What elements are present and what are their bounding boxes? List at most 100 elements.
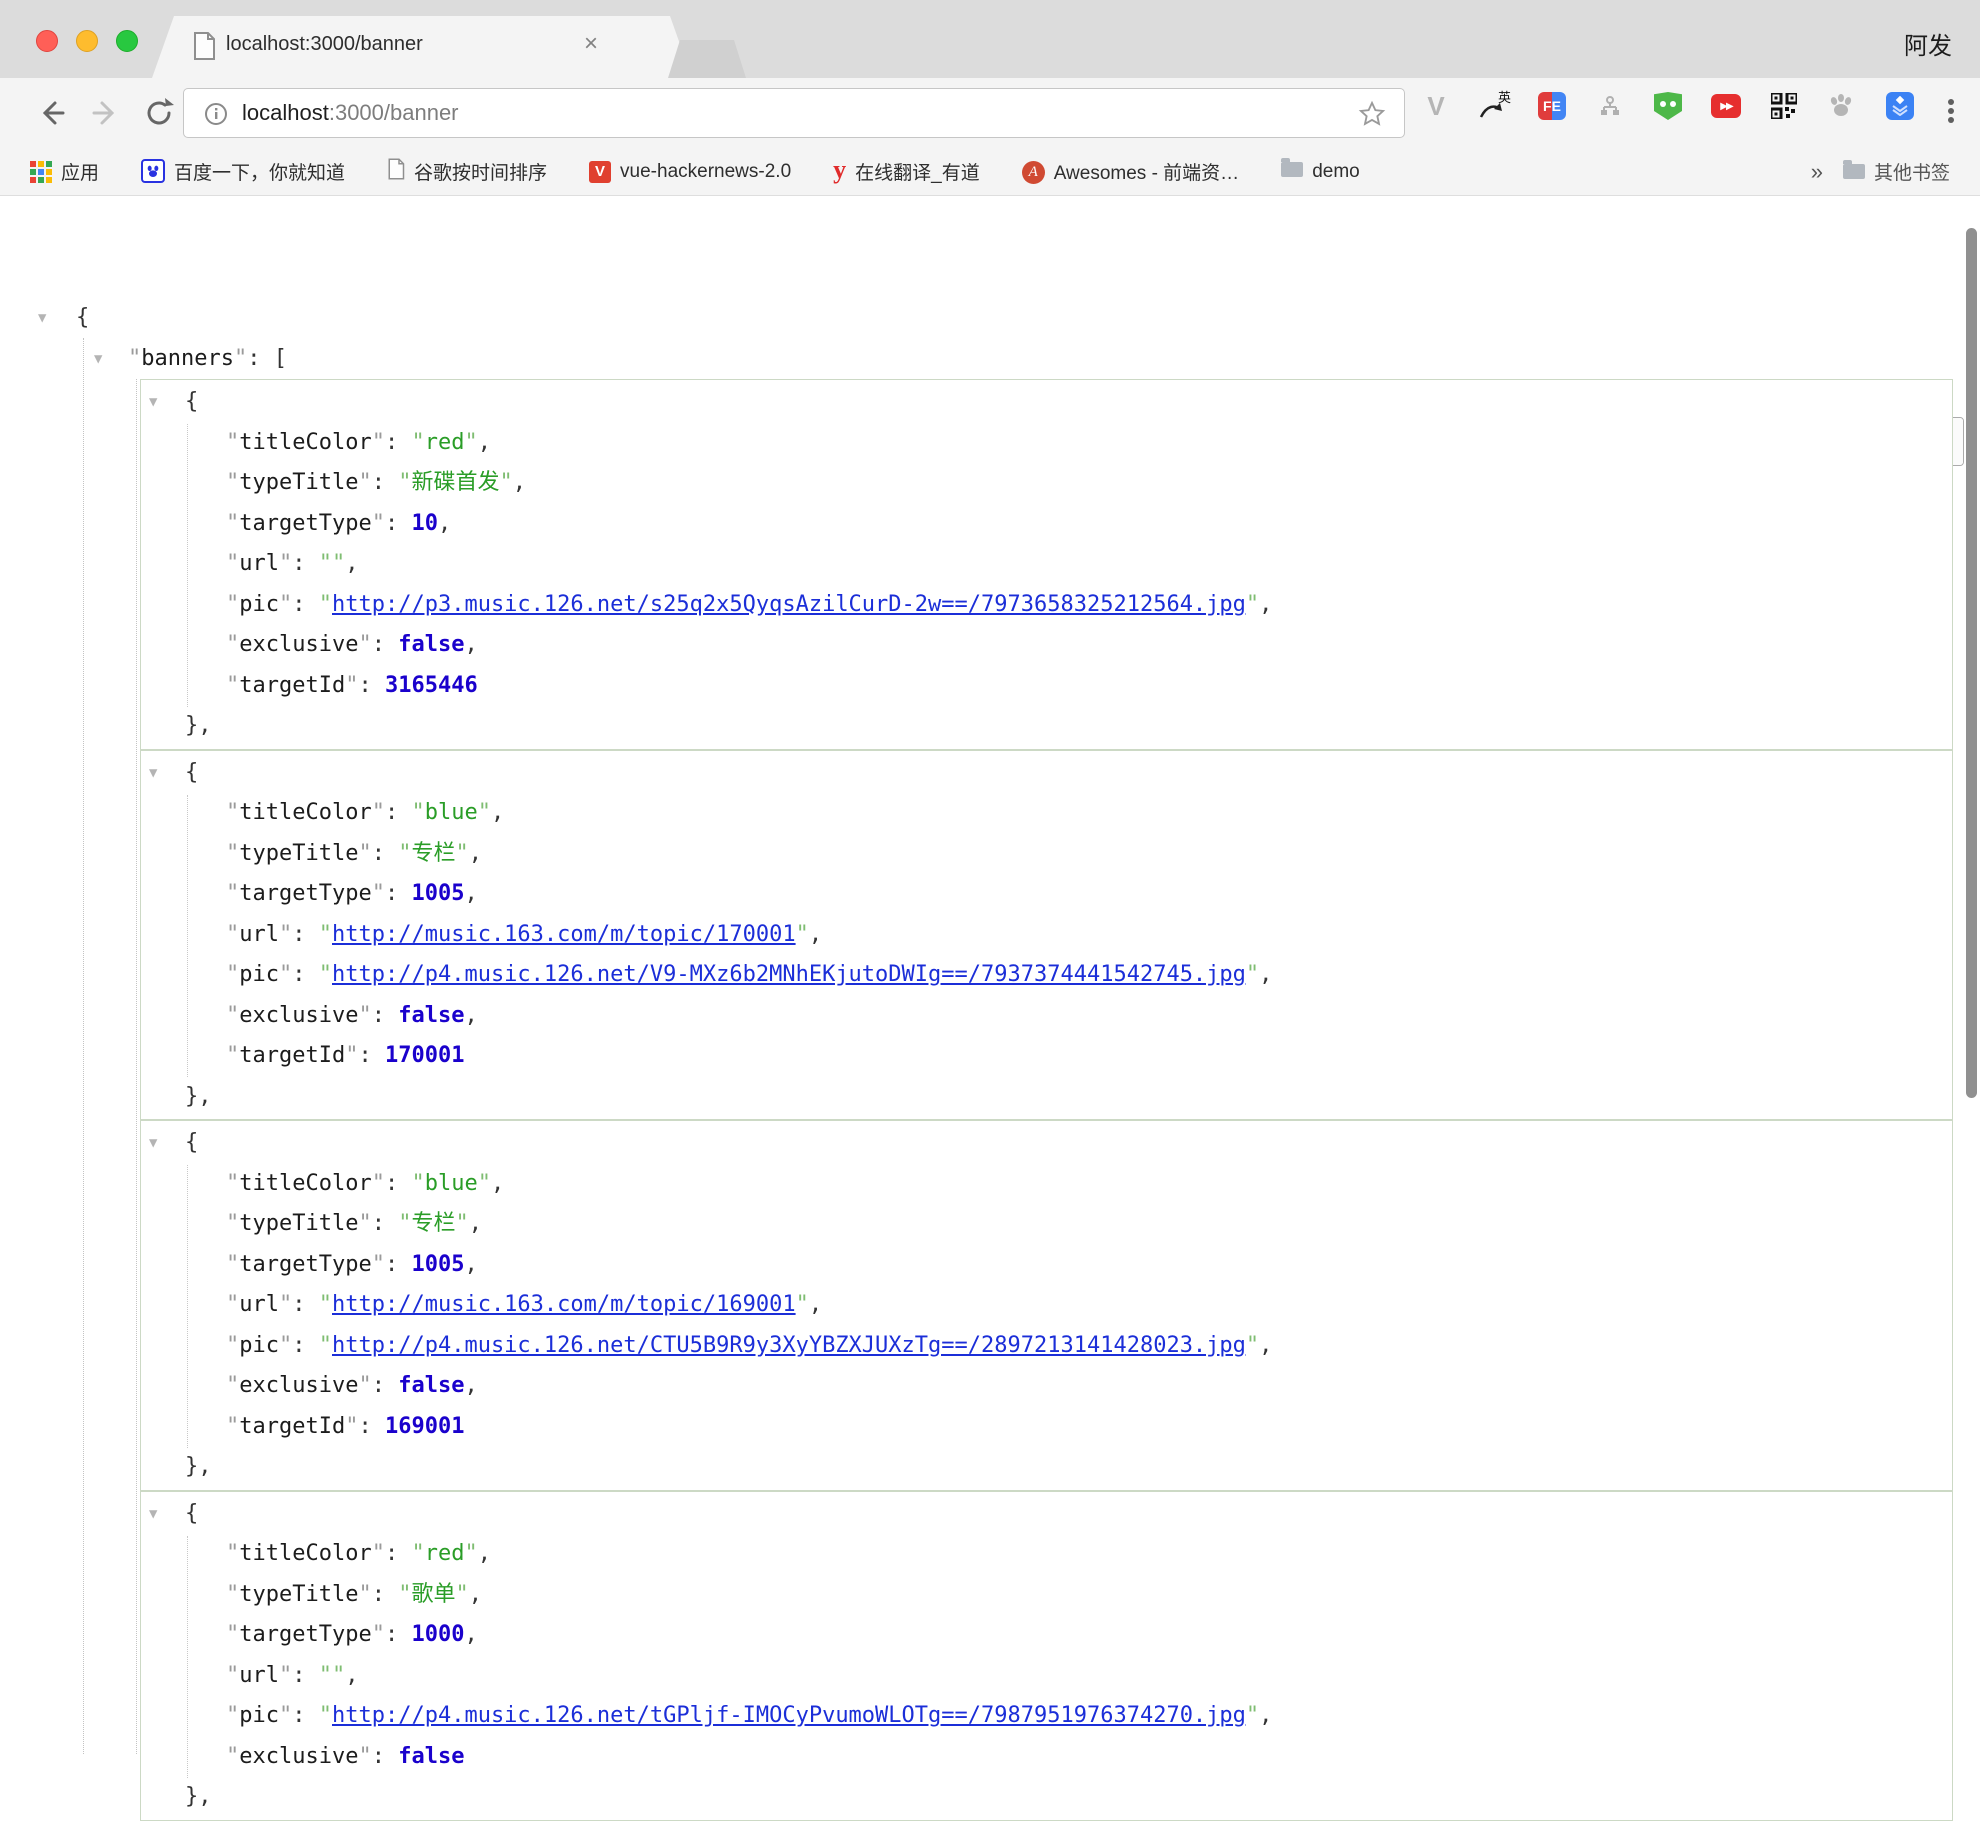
json-token: : (358, 673, 385, 698)
json-token: targetType (239, 881, 371, 906)
collapse-triangle-icon[interactable]: ▼ (149, 1123, 157, 1164)
tampermonkey-icon[interactable] (1652, 90, 1684, 122)
collapse-triangle-icon[interactable]: ▼ (38, 298, 46, 339)
json-token: " (372, 881, 385, 906)
json-line: "url": "", (141, 544, 1952, 585)
json-token: " (319, 1292, 332, 1317)
reload-button-icon[interactable] (142, 96, 176, 135)
json-link-url[interactable]: http://music.163.com/m/topic/170001 (332, 922, 796, 947)
json-token: { (185, 1501, 198, 1526)
json-token: " (398, 470, 411, 495)
json-line: "titleColor": "red", (141, 1534, 1952, 1575)
json-token: , (469, 1582, 482, 1607)
json-token: 1005 (411, 881, 464, 906)
bookmarks-overflow-icon[interactable]: » (1811, 159, 1823, 185)
json-token: false (398, 1744, 464, 1769)
profile-name[interactable]: 阿发 (1904, 26, 1952, 61)
json-token: : (372, 1373, 399, 1398)
json-link-url[interactable]: http://p3.music.126.net/s25q2x5QyqsAzilC… (332, 592, 1246, 617)
tab-close-icon[interactable]: × (584, 30, 598, 58)
bookmark-item[interactable]: 应用 (30, 158, 99, 185)
json-token: , (464, 881, 477, 906)
json-line: "targetId": 169001 (141, 1407, 1952, 1448)
scrollbar-thumb[interactable] (1966, 228, 1977, 1098)
bookmark-label: demo (1312, 161, 1360, 183)
json-link-url[interactable]: http://p4.music.126.net/V9-MXz6b2MNhEKju… (332, 962, 1246, 987)
bookmark-item[interactable]: 谷歌按时间排序 (387, 158, 547, 186)
json-line: }, (141, 1077, 1952, 1118)
fe-helper-icon[interactable]: FE (1536, 90, 1568, 122)
blue-chevron-icon[interactable] (1884, 90, 1916, 122)
json-token: exclusive (239, 1373, 358, 1398)
json-token: " (226, 1252, 239, 1277)
minimize-window-button[interactable] (76, 30, 98, 52)
json-token: : (372, 1582, 399, 1607)
json-token: : (372, 1211, 399, 1236)
browser-tab[interactable]: localhost:3000/banner × (152, 16, 692, 78)
translate-icon[interactable]: 英 (1478, 90, 1510, 122)
bookmark-item[interactable]: Vvue-hackernews-2.0 (589, 160, 791, 183)
json-token: " (372, 430, 385, 455)
bookmark-item[interactable]: 百度一下，你就知道 (141, 158, 345, 185)
json-token: pic (239, 1703, 279, 1728)
vue-v-icon: V (589, 160, 611, 183)
bookmark-item[interactable]: AAwesomes - 前端资… (1022, 158, 1239, 185)
json-token: " (226, 1663, 239, 1688)
bookmark-item[interactable]: demo (1281, 161, 1360, 183)
address-bar[interactable]: localhost:3000/banner (183, 88, 1405, 138)
other-bookmarks-folder[interactable]: 其他书签 (1843, 158, 1950, 185)
json-token: url (239, 922, 279, 947)
collapse-triangle-icon[interactable]: ▼ (94, 339, 102, 380)
json-link-url[interactable]: http://p4.music.126.net/CTU5B9R9y3XyYBZX… (332, 1333, 1246, 1358)
json-token: targetType (239, 1252, 371, 1277)
bookmark-item[interactable]: y在线翻译_有道 (833, 158, 980, 185)
baidu-paw-icon (141, 159, 165, 185)
json-token: " (226, 592, 239, 617)
vue-devtools-icon[interactable]: V (1420, 90, 1452, 122)
banner-object-box: ▼{"titleColor": "blue","typeTitle": "专栏"… (140, 750, 1953, 1121)
media-play-icon[interactable]: ▶▶ (1710, 90, 1742, 122)
json-token: " (319, 592, 332, 617)
json-token: " (1246, 1333, 1259, 1358)
bookmark-items: 应用 百度一下，你就知道 谷歌按时间排序 Vvue-hackernews-2.0 y在线… (30, 158, 1360, 186)
json-token: exclusive (239, 632, 358, 657)
json-link-url[interactable]: http://p4.music.126.net/tGPljf-IMOCyPvum… (332, 1703, 1246, 1728)
json-token: : (372, 632, 399, 657)
collapse-triangle-icon[interactable]: ▼ (149, 382, 157, 423)
json-token: " (319, 922, 332, 947)
json-token: : (358, 1414, 385, 1439)
qrcode-icon[interactable] (1768, 90, 1800, 122)
back-button-icon[interactable] (33, 96, 67, 135)
forward-button-icon[interactable] (90, 96, 124, 135)
json-token: }, (185, 1784, 212, 1809)
collapse-triangle-icon[interactable]: ▼ (149, 1494, 157, 1535)
banner-object-box: ▼{"titleColor": "red","typeTitle": "新碟首发… (140, 379, 1953, 750)
json-token: " (358, 1211, 371, 1236)
page-icon (387, 158, 405, 186)
json-token: " (226, 1171, 239, 1196)
json-token: " (226, 1043, 239, 1068)
json-line: "targetType": 1000, (141, 1615, 1952, 1656)
zoom-window-button[interactable] (116, 30, 138, 52)
json-token: : (292, 1703, 319, 1728)
json-token: exclusive (239, 1003, 358, 1028)
paw-icon[interactable] (1826, 90, 1858, 122)
json-token: blue (425, 800, 478, 825)
json-token: " (226, 841, 239, 866)
url-text[interactable]: localhost:3000/banner (242, 100, 459, 126)
close-window-button[interactable] (36, 30, 58, 52)
bookmarks-right: » 其他书签 (1811, 158, 1950, 185)
json-link-url[interactable]: http://music.163.com/m/topic/169001 (332, 1292, 796, 1317)
json-token: " (411, 1541, 424, 1566)
new-tab-button[interactable] (668, 40, 746, 78)
json-token: " (1246, 1703, 1259, 1728)
site-info-icon[interactable] (204, 102, 228, 131)
org-chart-icon[interactable] (1594, 90, 1626, 122)
json-token: titleColor (239, 430, 371, 455)
browser-menu-icon[interactable] (1936, 94, 1966, 133)
json-token: " (226, 1622, 239, 1647)
json-token: " (319, 551, 332, 576)
bookmark-star-icon[interactable] (1358, 100, 1386, 133)
json-token: " (226, 1211, 239, 1236)
collapse-triangle-icon[interactable]: ▼ (149, 753, 157, 794)
